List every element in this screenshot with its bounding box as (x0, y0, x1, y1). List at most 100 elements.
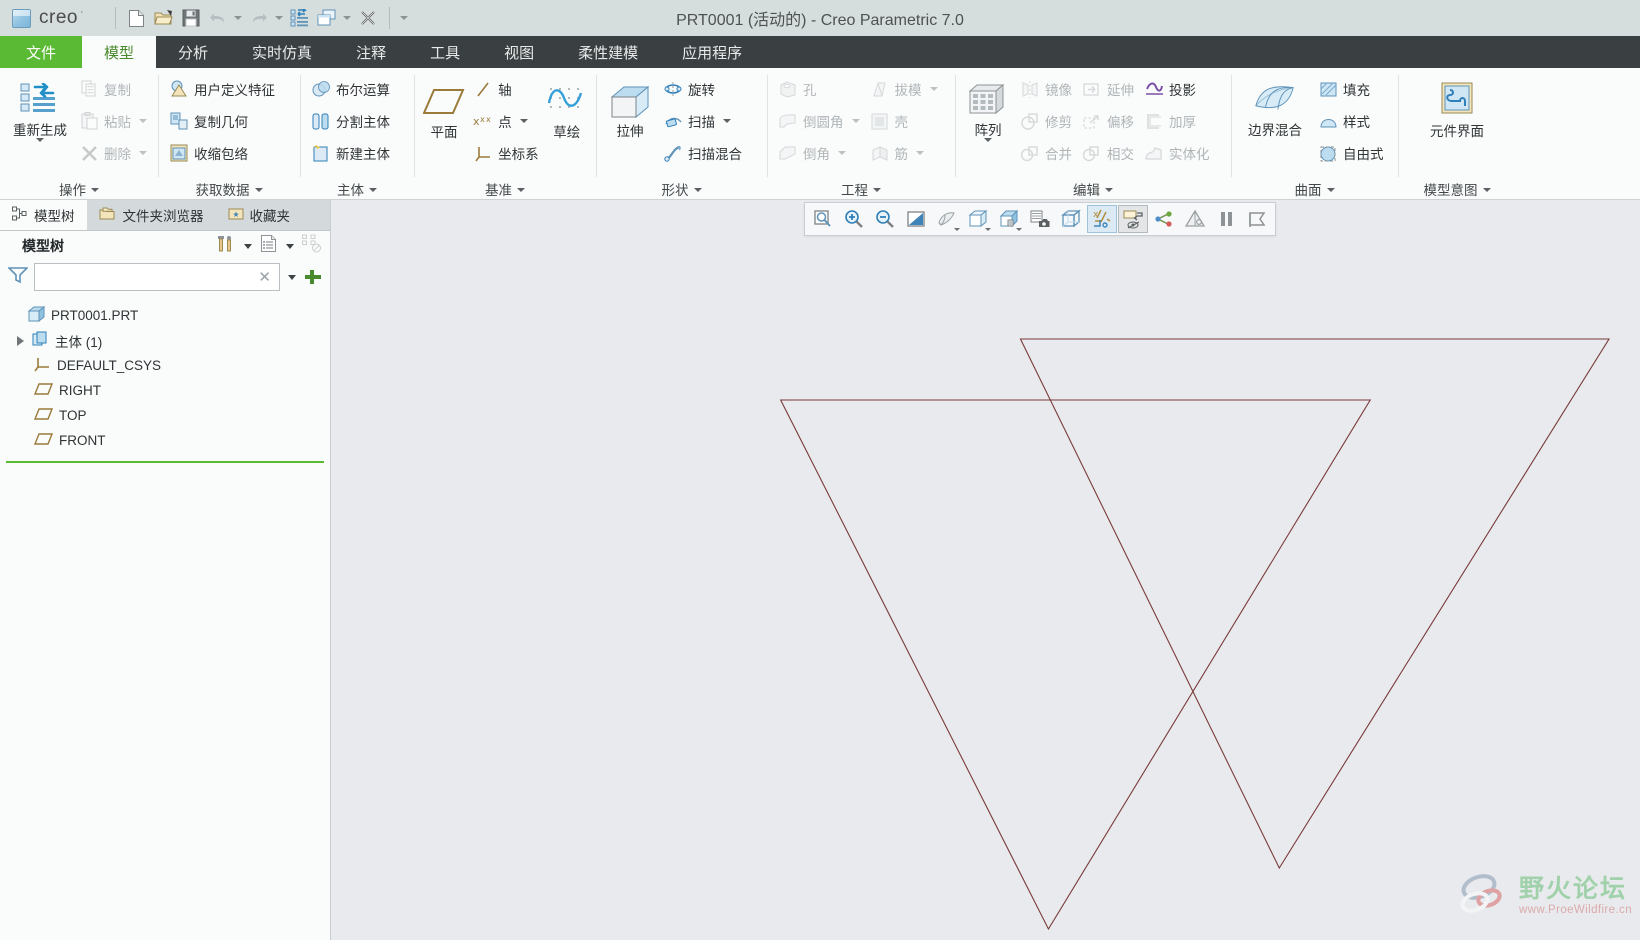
undo-button[interactable] (205, 5, 231, 31)
datum-display-filters-button[interactable]: x (1087, 205, 1117, 233)
delete-button[interactable]: 删除 (74, 137, 152, 169)
tab-view[interactable]: 视图 (482, 36, 556, 68)
boolean-button[interactable]: 布尔运算 (306, 73, 395, 105)
group-label-operations[interactable]: 操作 (6, 178, 152, 199)
chamfer-dropdown-caret[interactable] (838, 151, 846, 155)
regenerate-button[interactable] (287, 5, 313, 31)
draft-button[interactable]: 拔模 (865, 73, 943, 105)
open-folder-button[interactable] (151, 5, 177, 31)
regenerate-dropdown-caret[interactable] (36, 138, 44, 142)
trim-button[interactable]: 修剪 (1015, 105, 1077, 137)
tree-item-default-csys[interactable]: DEFAULT_CSYS (0, 353, 330, 378)
delete-dropdown-caret[interactable] (139, 151, 147, 155)
intersect-button[interactable]: 相交 (1077, 137, 1139, 169)
view-manager-button[interactable] (994, 205, 1024, 233)
tab-model[interactable]: 模型 (82, 36, 157, 68)
fill-button[interactable]: 填充 (1313, 73, 1389, 105)
component-interface-button[interactable]: 元件界面 (1412, 78, 1502, 139)
zoom-out-button[interactable] (870, 205, 900, 233)
boundary-blend-button[interactable]: 边界混合 (1237, 77, 1313, 138)
group-label-get-data[interactable]: 获取数据 (164, 178, 294, 199)
redo-dropdown[interactable] (273, 5, 286, 31)
regenerate-big-button[interactable]: 重新生成 (6, 77, 74, 142)
solidify-button[interactable]: 实体化 (1139, 137, 1215, 169)
saved-orientations-button[interactable] (963, 205, 993, 233)
tab-annotate[interactable]: 注释 (334, 36, 408, 68)
tree-expander-bodies[interactable] (14, 335, 26, 347)
tree-item-front[interactable]: FRONT (0, 428, 330, 453)
tab-live-simulation[interactable]: 实时仿真 (230, 36, 334, 68)
redo-button[interactable] (246, 5, 272, 31)
undo-dropdown[interactable] (232, 5, 245, 31)
view-manager-dropdown-caret[interactable] (1016, 228, 1022, 231)
qat-customize-dropdown[interactable] (398, 5, 411, 31)
tab-analysis[interactable]: 分析 (156, 36, 230, 68)
draft-dropdown-caret[interactable] (929, 87, 938, 91)
pattern-button[interactable]: 阵列 (961, 77, 1015, 142)
copy-button[interactable]: 复制 (74, 73, 152, 105)
body-group-caret[interactable] (369, 181, 377, 196)
sketch-button[interactable]: 草绘 (544, 79, 590, 140)
shrinkwrap-button[interactable]: 收缩包络 (164, 137, 280, 169)
group-label-body[interactable]: 主体 (306, 178, 408, 199)
copy-geometry-button[interactable]: 复制几何 (164, 105, 280, 137)
clear-x-icon[interactable]: ✕ (254, 268, 275, 286)
group-label-shapes[interactable]: 形状 (602, 178, 761, 199)
stop-flag-button[interactable] (1242, 205, 1272, 233)
tab-tools[interactable]: 工具 (408, 36, 482, 68)
perspective-view-button[interactable] (932, 205, 962, 233)
close-window-button[interactable] (355, 5, 381, 31)
spin-center-button[interactable] (1149, 205, 1179, 233)
datum-point-button[interactable]: xxx 点 (468, 105, 544, 137)
datum-point-dropdown-caret[interactable] (519, 119, 528, 123)
repaint-button[interactable] (901, 205, 931, 233)
tab-file[interactable]: 文件 (0, 36, 83, 68)
engineering-group-caret[interactable] (873, 181, 881, 196)
search-input[interactable] (41, 268, 255, 286)
chevron-down-icon[interactable] (286, 266, 298, 288)
annotation-display-button[interactable] (1118, 205, 1148, 233)
sweep-dropdown-caret[interactable] (723, 119, 731, 123)
freestyle-button[interactable]: 自由式 (1313, 137, 1389, 169)
tree-filter-box[interactable]: ✕ (34, 263, 280, 291)
tree-tools-icon[interactable] (216, 234, 236, 259)
datum-csys-button[interactable]: 坐标系 (468, 137, 544, 169)
revolve-button[interactable]: 旋转 (658, 73, 747, 105)
navtab-model-tree[interactable]: 模型树 (0, 200, 87, 230)
refit-button[interactable] (808, 205, 838, 233)
udf-button[interactable]: 用户定义特征 (164, 73, 280, 105)
group-label-engineering[interactable]: 工程 (773, 178, 949, 199)
save-button[interactable] (178, 5, 204, 31)
group-label-datum[interactable]: 基准 (420, 178, 590, 199)
add-plus-icon[interactable] (304, 268, 322, 286)
shapes-group-caret[interactable] (694, 181, 702, 196)
sweep-button[interactable]: 扫描 (658, 105, 747, 137)
window-stack-button[interactable] (314, 5, 340, 31)
project-button[interactable]: 投影 (1139, 73, 1215, 105)
tree-display-icon[interactable] (260, 234, 278, 258)
tree-hide-icon[interactable] (302, 234, 322, 258)
new-file-button[interactable] (124, 5, 150, 31)
group-label-editing[interactable]: 编辑 (961, 178, 1225, 199)
pause-button[interactable] (1211, 205, 1241, 233)
surfaces-group-caret[interactable] (1327, 181, 1335, 196)
navtab-folder-browser[interactable]: 文件夹浏览器 (87, 200, 216, 230)
tree-item-bodies[interactable]: 主体 (1) (0, 328, 330, 353)
orientation-mode-button[interactable] (1180, 205, 1210, 233)
graphics-viewport[interactable]: x 野火论坛 www.ProeWildfire.cn (331, 200, 1640, 940)
window-dropdown[interactable] (341, 5, 354, 31)
operations-group-caret[interactable] (91, 181, 99, 196)
tree-display-dropdown[interactable] (284, 235, 296, 257)
rib-dropdown-caret[interactable] (916, 151, 924, 155)
chamfer-button[interactable]: 倒角 (773, 137, 865, 169)
new-body-button[interactable]: 新建主体 (306, 137, 395, 169)
extrude-button[interactable]: 拉伸 (602, 78, 658, 139)
round-button[interactable]: 倒圆角 (773, 105, 865, 137)
appearance-gallery-button[interactable] (1025, 205, 1055, 233)
mirror-button[interactable]: 镜像 (1015, 73, 1077, 105)
offset-button[interactable]: 偏移 (1077, 105, 1139, 137)
style-button[interactable]: 样式 (1313, 105, 1389, 137)
tree-item-right[interactable]: RIGHT (0, 378, 330, 403)
group-label-surfaces[interactable]: 曲面 (1237, 178, 1392, 199)
tab-applications[interactable]: 应用程序 (660, 36, 764, 68)
